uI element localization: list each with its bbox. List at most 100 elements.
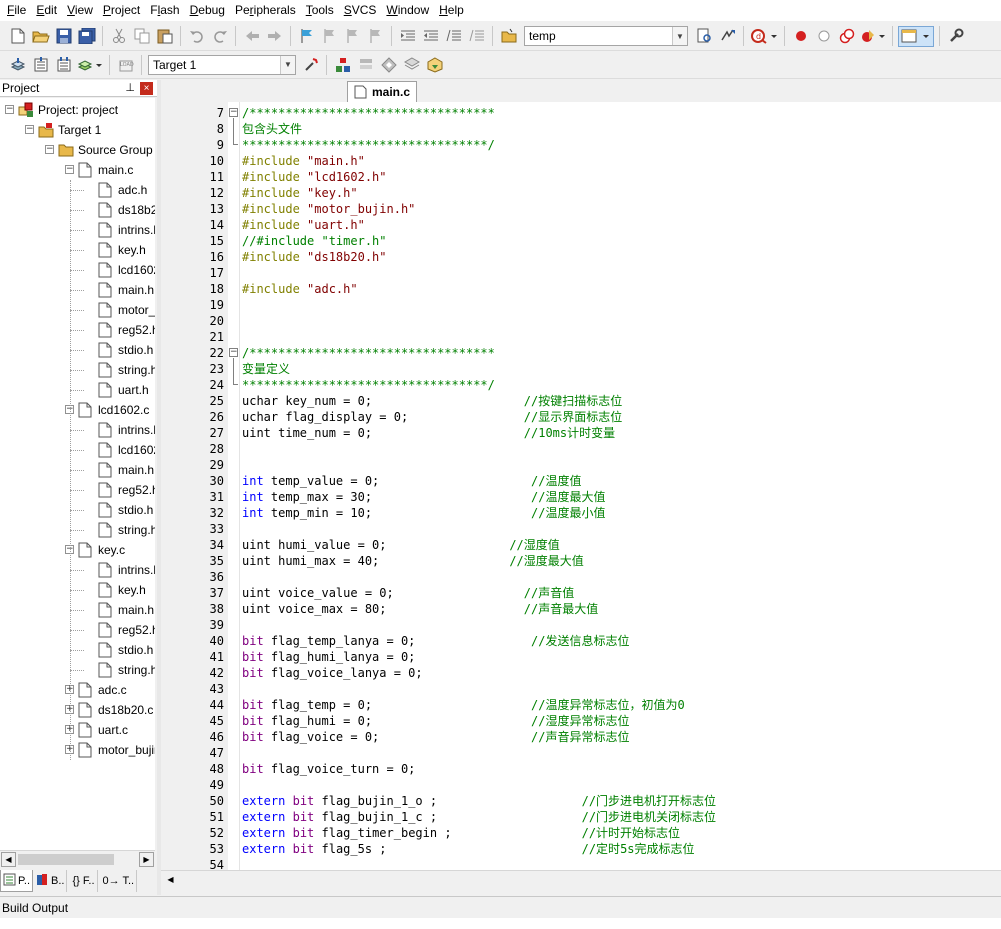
menu-svcs[interactable]: SVCS: [339, 0, 382, 21]
next-bookmark-icon[interactable]: [342, 26, 363, 47]
redo-icon[interactable]: [209, 26, 230, 47]
copy-icon[interactable]: [131, 26, 152, 47]
tree-include-file[interactable]: lcd1602.h: [98, 260, 155, 280]
uncomment-icon[interactable]: [466, 26, 487, 47]
tree-node[interactable]: uart.c: [78, 720, 155, 740]
menu-project[interactable]: Project: [98, 0, 145, 21]
navigate-back-icon[interactable]: [241, 26, 262, 47]
panel-tab-1[interactable]: B..: [34, 870, 68, 892]
tab-main-c[interactable]: main.c: [347, 81, 417, 102]
target-options-icon[interactable]: [300, 54, 321, 75]
build-icon[interactable]: [30, 54, 51, 75]
find-icon[interactable]: [694, 26, 715, 47]
tree-node[interactable]: Target 1: [38, 120, 155, 140]
scroll-right-icon[interactable]: ▶: [139, 852, 154, 867]
batch-build-icon[interactable]: [76, 54, 104, 75]
disable-breakpoint-icon[interactable]: [813, 26, 834, 47]
panel-tab-3[interactable]: 0→ T..: [99, 870, 138, 892]
tree-include-file[interactable]: key.h: [98, 240, 155, 260]
tree-include-file[interactable]: reg52.h: [98, 480, 155, 500]
window-layout-icon[interactable]: [898, 25, 934, 47]
translate-icon[interactable]: [7, 54, 28, 75]
tree-node[interactable]: key.c: [78, 540, 155, 560]
cut-icon[interactable]: [108, 26, 129, 47]
scroll-left-icon[interactable]: ◀: [163, 872, 178, 887]
save-icon[interactable]: [53, 26, 74, 47]
pack-installer-green-icon[interactable]: [424, 54, 445, 75]
tree-include-file[interactable]: intrins.h: [98, 220, 155, 240]
select-packs-icon[interactable]: [355, 54, 376, 75]
open-file-icon[interactable]: [30, 26, 51, 47]
tree-node[interactable]: ds18b20.c: [78, 700, 155, 720]
collapse-icon[interactable]: −: [45, 145, 54, 154]
kill-all-breakpoints-icon[interactable]: [859, 26, 887, 47]
stop-build-icon[interactable]: LOAD: [115, 54, 136, 75]
find-combo[interactable]: temp ▼: [524, 26, 688, 46]
close-icon[interactable]: ×: [140, 82, 153, 95]
tree-node[interactable]: lcd1602.c: [78, 400, 155, 420]
target-combo[interactable]: Target 1 ▼: [148, 54, 296, 75]
menu-view[interactable]: View: [62, 0, 98, 21]
tree-include-file[interactable]: main.h: [98, 600, 155, 620]
tree-include-file[interactable]: stdio.h: [98, 340, 155, 360]
collapse-icon[interactable]: −: [65, 165, 74, 174]
clear-bookmarks-icon[interactable]: [365, 26, 386, 47]
manage-rte-icon[interactable]: [378, 54, 399, 75]
tree-include-file[interactable]: intrins.h: [98, 420, 155, 440]
save-all-icon[interactable]: [76, 26, 97, 47]
tree-include-file[interactable]: motor_bujin.h: [98, 300, 155, 320]
menu-tools[interactable]: Tools: [301, 0, 339, 21]
prev-bookmark-icon[interactable]: [319, 26, 340, 47]
bookmark-icon[interactable]: [296, 26, 317, 47]
pack-installer-icon[interactable]: [401, 54, 422, 75]
tree-include-file[interactable]: adc.h: [98, 180, 155, 200]
menu-window[interactable]: Window: [381, 0, 434, 21]
menu-peripherals[interactable]: Peripherals: [230, 0, 301, 21]
configure-icon[interactable]: [945, 26, 966, 47]
tree-include-file[interactable]: ds18b20.h: [98, 200, 155, 220]
tree-include-file[interactable]: lcd1602.h: [98, 440, 155, 460]
scroll-left-icon[interactable]: ◀: [1, 852, 16, 867]
navigate-forward-icon[interactable]: [264, 26, 285, 47]
tree-node[interactable]: main.c: [78, 160, 155, 180]
menu-debug[interactable]: Debug: [185, 0, 230, 21]
collapse-icon[interactable]: −: [25, 125, 34, 134]
menu-help[interactable]: Help: [434, 0, 469, 21]
tree-include-file[interactable]: main.h: [98, 460, 155, 480]
tree-include-file[interactable]: main.h: [98, 280, 155, 300]
panel-tab-0[interactable]: P..: [0, 870, 34, 892]
paste-icon[interactable]: [154, 26, 175, 47]
tree-include-file[interactable]: string.h: [98, 360, 155, 380]
tree-include-file[interactable]: uart.h: [98, 380, 155, 400]
breakpoint-icon[interactable]: [790, 26, 811, 47]
tree-node[interactable]: motor_bujin.c: [78, 740, 155, 760]
new-file-icon[interactable]: [7, 26, 28, 47]
project-tree-hscroll[interactable]: ◀ ▶: [0, 850, 155, 867]
panel-tab-2[interactable]: {} F..: [68, 870, 98, 892]
chevron-down-icon[interactable]: ▼: [280, 55, 295, 74]
tree-include-file[interactable]: string.h: [98, 660, 155, 680]
manage-project-items-icon[interactable]: [332, 54, 353, 75]
undo-icon[interactable]: [186, 26, 207, 47]
unindent-icon[interactable]: [420, 26, 441, 47]
fold-toggle-icon[interactable]: −: [229, 108, 238, 117]
menu-flash[interactable]: Flash: [145, 0, 184, 21]
scroll-thumb[interactable]: [18, 854, 114, 865]
find-in-files-icon[interactable]: [498, 26, 519, 47]
tree-project-root[interactable]: Project: project: [18, 100, 155, 120]
tree-include-file[interactable]: intrins.h: [98, 560, 155, 580]
collapse-icon[interactable]: −: [5, 105, 14, 114]
code-editor[interactable]: 7−/********************************** 8 包含…: [161, 102, 1001, 870]
tree-include-file[interactable]: string.h: [98, 520, 155, 540]
editor-hscroll[interactable]: ◀: [161, 870, 1001, 887]
tree-include-file[interactable]: reg52.h: [98, 620, 155, 640]
menu-edit[interactable]: Edit: [31, 0, 62, 21]
debug-session-icon[interactable]: d: [749, 26, 779, 47]
tree-include-file[interactable]: stdio.h: [98, 640, 155, 660]
menu-file[interactable]: File: [2, 0, 31, 21]
tree-include-file[interactable]: key.h: [98, 580, 155, 600]
chevron-down-icon[interactable]: ▼: [672, 27, 687, 45]
pin-icon[interactable]: ⊥: [125, 80, 135, 96]
disable-all-breakpoints-icon[interactable]: [836, 26, 857, 47]
rebuild-icon[interactable]: [53, 54, 74, 75]
